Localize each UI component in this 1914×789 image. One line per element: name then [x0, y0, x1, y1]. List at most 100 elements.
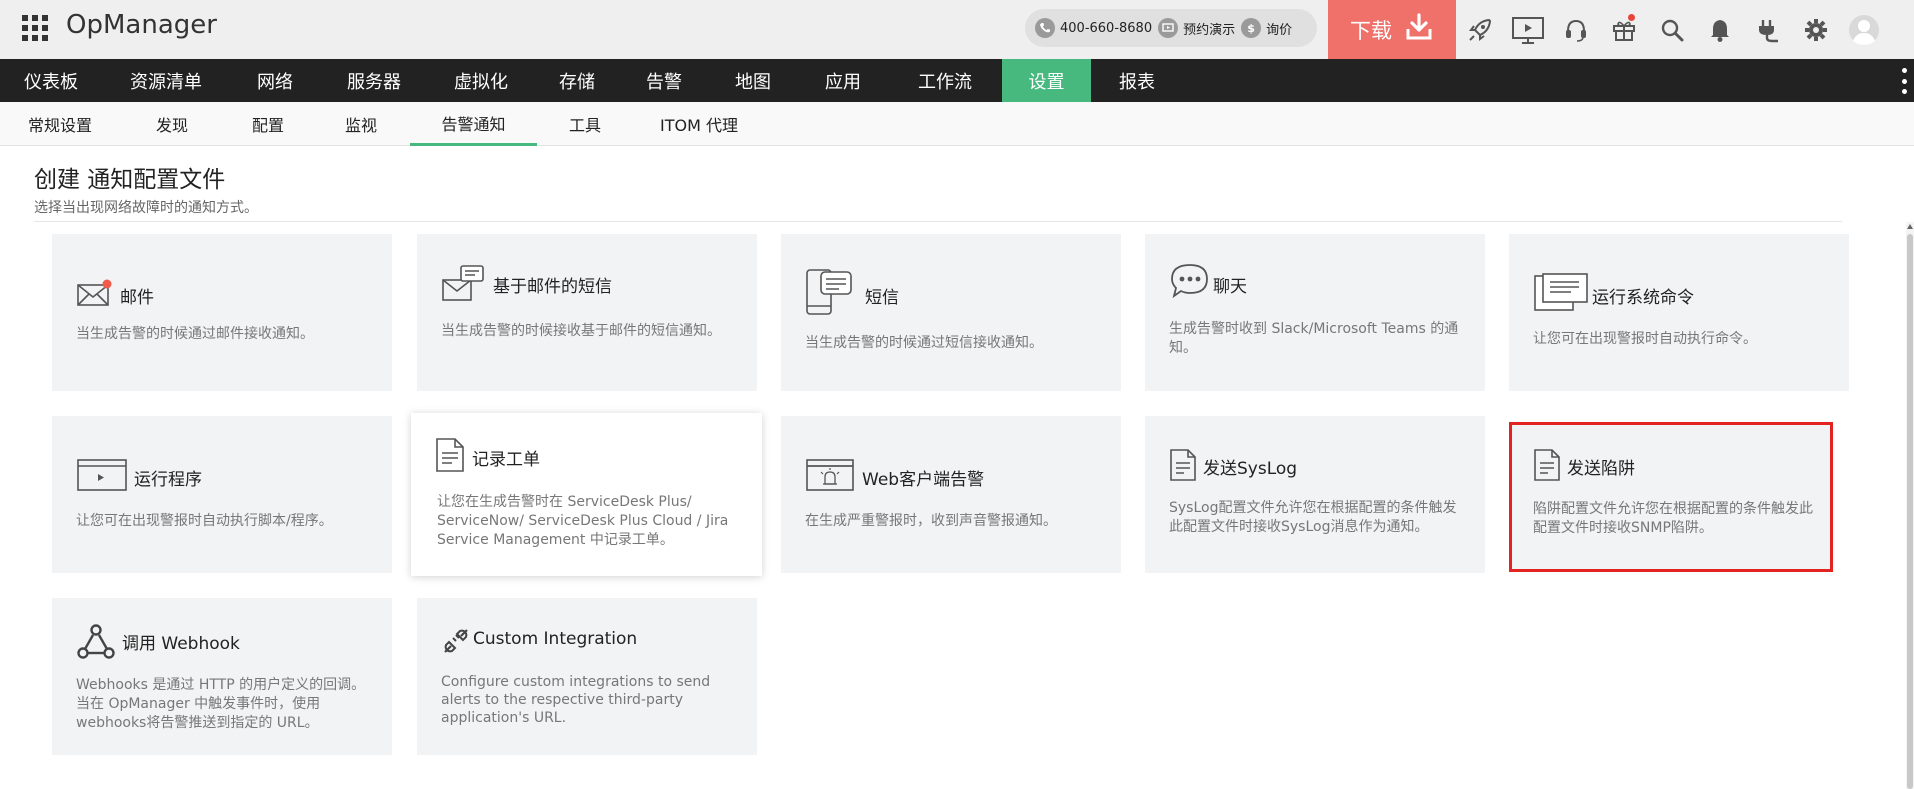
user-avatar-icon[interactable]	[1840, 0, 1888, 59]
rocket-icon[interactable]	[1456, 0, 1504, 59]
card-custom-integration[interactable]: Custom Integration Configure custom inte…	[417, 598, 757, 755]
email-sms-icon	[441, 264, 485, 308]
phone-icon	[1035, 18, 1055, 38]
nav-maps[interactable]: 地图	[708, 59, 798, 102]
nav-workflow[interactable]: 工作流	[888, 59, 1002, 102]
contact-bar: 400-660-8680 预约演示 $ 询价	[1025, 9, 1317, 47]
heading-divider	[34, 221, 1842, 222]
nav-network[interactable]: 网络	[230, 59, 320, 102]
scroll-up-arrow-icon[interactable]	[1907, 224, 1913, 229]
card-title: 聊天	[1213, 277, 1247, 297]
app-name: OpManager	[66, 10, 217, 40]
card-title: 基于邮件的短信	[493, 277, 612, 297]
webhook-icon	[76, 623, 116, 663]
card-email[interactable]: 邮件 当生成告警的时候通过邮件接收通知。	[52, 234, 392, 391]
nav-dashboard[interactable]: 仪表板	[0, 59, 102, 102]
card-title: Web客户端告警	[862, 470, 985, 490]
nav-servers[interactable]: 服务器	[320, 59, 428, 102]
page-subtitle: 选择当出现网络故障时的通知方式。	[34, 200, 258, 216]
phone-number: 400-660-8680	[1060, 20, 1153, 36]
subnav-itom-agent[interactable]: ITOM 代理	[633, 102, 765, 146]
card-web-client-alarm[interactable]: Web客户端告警 在生成严重警报时，收到声音警报通知。	[781, 416, 1121, 573]
demo-link[interactable]: 预约演示	[1158, 18, 1235, 38]
sub-nav: 常规设置 发现 配置 监视 告警通知 工具 ITOM 代理	[0, 102, 1914, 146]
card-sms[interactable]: 短信 当生成告警的时候通过短信接收通知。	[781, 234, 1121, 391]
subnav-notifications[interactable]: 告警通知	[410, 102, 537, 146]
card-chat[interactable]: 聊天 生成告警时收到 Slack/Microsoft Teams 的通知。	[1145, 234, 1485, 391]
demo-icon	[1158, 18, 1179, 38]
gear-icon[interactable]	[1792, 0, 1840, 59]
nav-apps[interactable]: 应用	[798, 59, 888, 102]
card-description: 陷阱配置文件允许您在根据配置的条件触发此配置文件时接收SNMP陷阱。	[1533, 501, 1813, 536]
system-command-icon	[1533, 272, 1589, 318]
card-title: 邮件	[120, 288, 154, 308]
trap-document-icon	[1533, 448, 1561, 486]
phone-link[interactable]: 400-660-8680	[1035, 18, 1152, 38]
sms-icon	[805, 268, 855, 320]
download-button[interactable]: 下载	[1328, 0, 1456, 59]
card-webhook[interactable]: 调用 Webhook Webhooks 是通过 HTTP 的用户定义的回调。 当…	[52, 598, 392, 755]
top-header: OpManager 400-660-8680 预约演示 $ 询价 下载	[0, 0, 1914, 59]
card-description: 生成告警时收到 Slack/Microsoft Teams 的通知。	[1169, 321, 1459, 356]
card-description: 让您可在出现警报时自动执行命令。	[1533, 331, 1757, 347]
card-description: Webhooks 是通过 HTTP 的用户定义的回调。 当在 OpManager…	[76, 677, 366, 731]
scrollbar-thumb[interactable]	[1907, 234, 1913, 789]
subnav-discovery[interactable]: 发现	[120, 102, 224, 146]
download-label: 下载	[1350, 18, 1392, 43]
card-send-trap[interactable]: 发送陷阱 陷阱配置文件允许您在根据配置的条件触发此配置文件时接收SNMP陷阱。	[1509, 422, 1833, 572]
syslog-document-icon	[1169, 448, 1197, 486]
card-title: 发送SysLog	[1203, 459, 1298, 479]
card-description: SysLog配置文件允许您在根据配置的条件触发此配置文件时接收SysLog消息作…	[1169, 500, 1457, 535]
apps-grid-icon[interactable]	[22, 15, 48, 41]
card-description: 让您可在出现警报时自动执行脚本/程序。	[76, 513, 333, 529]
subnav-configuration[interactable]: 配置	[224, 102, 312, 146]
web-alarm-icon	[805, 458, 855, 496]
card-description: Configure custom integrations to send al…	[441, 674, 711, 726]
main-nav: 仪表板 资源清单 网络 服务器 虚拟化 存储 告警 地图 应用 工作流 设置 报…	[0, 59, 1914, 102]
custom-integration-icon	[441, 626, 471, 660]
ticket-icon	[435, 437, 465, 477]
download-icon	[1404, 12, 1434, 47]
gift-icon[interactable]	[1600, 0, 1648, 59]
dollar-icon: $	[1241, 18, 1262, 38]
card-title: 记录工单	[472, 450, 540, 470]
nav-inventory[interactable]: 资源清单	[102, 59, 230, 102]
bell-icon[interactable]	[1696, 0, 1744, 59]
card-description: 在生成严重警报时，收到声音警报通知。	[805, 513, 1057, 529]
card-description: 当生成告警的时候接收基于邮件的短信通知。	[441, 323, 721, 339]
card-log-ticket[interactable]: 记录工单 让您在生成告警时在 ServiceDesk Plus/ Service…	[411, 413, 762, 576]
page-scrollbar[interactable]	[1906, 222, 1914, 789]
card-title: 短信	[865, 288, 899, 308]
nav-storage[interactable]: 存储	[534, 59, 620, 102]
headset-icon[interactable]	[1552, 0, 1600, 59]
nav-settings[interactable]: 设置	[1002, 59, 1091, 102]
card-email-sms[interactable]: 基于邮件的短信 当生成告警的时候接收基于邮件的短信通知。	[417, 234, 757, 391]
run-program-icon	[76, 458, 128, 496]
price-link[interactable]: $ 询价	[1241, 18, 1292, 38]
card-run-program[interactable]: 运行程序 让您可在出现警报时自动执行脚本/程序。	[52, 416, 392, 573]
more-menu-icon[interactable]	[1900, 68, 1908, 94]
card-run-command[interactable]: 运行系统命令 让您可在出现警报时自动执行命令。	[1509, 234, 1849, 391]
card-description: 当生成告警的时候通过短信接收通知。	[805, 335, 1043, 351]
card-title: 调用 Webhook	[122, 634, 240, 654]
subnav-general-settings[interactable]: 常规设置	[0, 102, 120, 146]
nav-virtualization[interactable]: 虚拟化	[428, 59, 534, 102]
page-title: 创建 通知配置文件	[34, 167, 226, 193]
header-icons	[1456, 0, 1888, 59]
card-title: Custom Integration	[473, 629, 638, 649]
search-icon[interactable]	[1648, 0, 1696, 59]
price-label: 询价	[1266, 22, 1293, 38]
card-description: 当生成告警的时候通过邮件接收通知。	[76, 326, 314, 342]
nav-alarms[interactable]: 告警	[620, 59, 708, 102]
card-description: 让您在生成告警时在 ServiceDesk Plus/ ServiceNow/ …	[437, 494, 729, 548]
card-title: 运行系统命令	[1592, 288, 1694, 308]
chat-icon	[1169, 262, 1211, 306]
presentation-icon[interactable]	[1504, 0, 1552, 59]
plug-icon[interactable]	[1744, 0, 1792, 59]
notification-dot	[1628, 14, 1635, 21]
subnav-tools[interactable]: 工具	[537, 102, 633, 146]
card-send-syslog[interactable]: 发送SysLog SysLog配置文件允许您在根据配置的条件触发此配置文件时接收…	[1145, 416, 1485, 573]
nav-reports[interactable]: 报表	[1091, 59, 1183, 102]
subnav-monitoring[interactable]: 监视	[312, 102, 410, 146]
demo-label: 预约演示	[1183, 22, 1236, 38]
